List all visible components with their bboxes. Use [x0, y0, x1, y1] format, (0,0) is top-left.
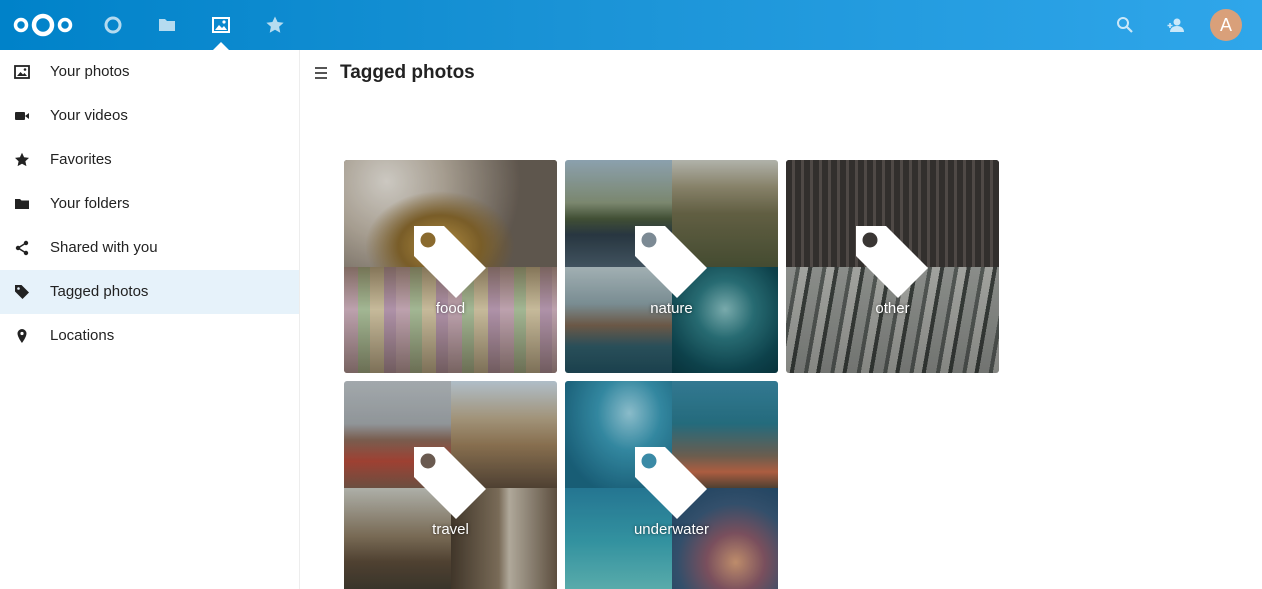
- nav-label: Your videos: [50, 107, 128, 124]
- tag-tile-nature[interactable]: nature: [565, 160, 778, 373]
- tag-label: nature: [650, 300, 693, 317]
- nav-label: Tagged photos: [50, 283, 149, 300]
- folder-icon: [13, 195, 31, 213]
- tag-icon: [414, 447, 486, 519]
- tag-tile-other[interactable]: other: [786, 160, 999, 373]
- nextcloud-logo-icon[interactable]: [12, 10, 74, 40]
- tag-icon: [635, 447, 707, 519]
- video-icon: [13, 107, 31, 125]
- dashboard-app-icon[interactable]: [98, 10, 128, 40]
- tag-label: underwater: [633, 521, 710, 538]
- nav-item-locations[interactable]: Locations: [0, 314, 299, 358]
- user-avatar[interactable]: A: [1210, 9, 1242, 41]
- tag-icon: [635, 226, 707, 298]
- nav-item-favorites[interactable]: Favorites: [0, 138, 299, 182]
- search-icon[interactable]: [1112, 12, 1138, 38]
- active-app-indicator: [213, 42, 229, 50]
- nav-label: Shared with you: [50, 239, 158, 256]
- nav-item-your-videos[interactable]: Your videos: [0, 94, 299, 138]
- files-app-icon[interactable]: [152, 10, 182, 40]
- tag-icon: [414, 226, 486, 298]
- page-title: Tagged photos: [340, 62, 475, 83]
- nav-label: Locations: [50, 327, 115, 344]
- top-header: A: [0, 0, 1262, 50]
- tag-tile-travel[interactable]: travel: [344, 381, 557, 589]
- tag-tile-food[interactable]: food: [344, 160, 557, 373]
- menu-toggle-icon[interactable]: [312, 63, 330, 83]
- nav-label: Your photos: [50, 63, 130, 80]
- tag-tile-underwater[interactable]: underwater: [565, 381, 778, 589]
- share-icon: [13, 239, 31, 257]
- nav-label: Favorites: [50, 151, 112, 168]
- star-icon: [13, 151, 31, 169]
- photos-app-icon[interactable]: [206, 10, 236, 40]
- nav-item-your-folders[interactable]: Your folders: [0, 182, 299, 226]
- nav-item-tagged-photos[interactable]: Tagged photos: [0, 270, 299, 314]
- activity-app-icon[interactable]: [260, 10, 290, 40]
- contacts-icon[interactable]: [1163, 12, 1189, 38]
- nav-item-shared-with-you[interactable]: Shared with you: [0, 226, 299, 270]
- tag-label: other: [875, 300, 910, 317]
- location-pin-icon: [13, 327, 31, 345]
- image-icon: [13, 63, 31, 81]
- nav-item-your-photos[interactable]: Your photos: [0, 50, 299, 94]
- nav-label: Your folders: [50, 195, 130, 212]
- app-navigation: Your photos Your videos Favorites Your f…: [0, 50, 300, 589]
- tag-label: food: [435, 300, 466, 317]
- tag-icon: [856, 226, 928, 298]
- tag-icon: [13, 283, 31, 301]
- tag-label: travel: [432, 521, 469, 538]
